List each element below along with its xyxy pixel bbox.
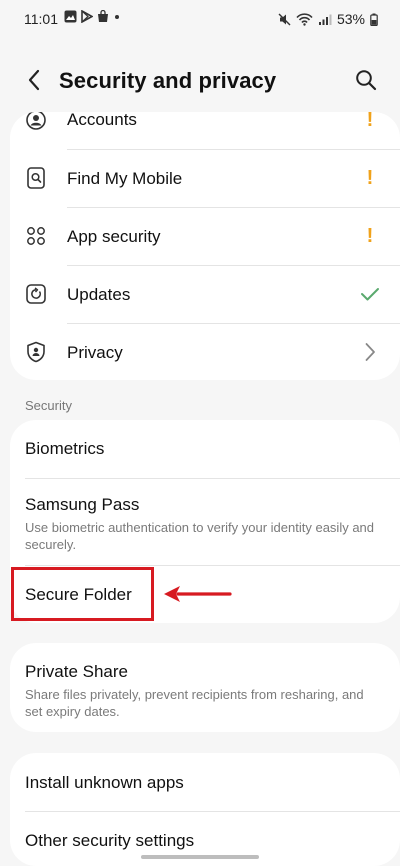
list-item-label: Install unknown apps xyxy=(25,773,184,792)
signal-icon xyxy=(318,14,332,25)
list-item-label: Accounts xyxy=(67,112,137,129)
list-item-label: Privacy xyxy=(67,343,123,362)
list-item-private-share[interactable]: Private Share Share files privately, pre… xyxy=(10,643,400,732)
shield-icon xyxy=(24,340,48,364)
battery-icon xyxy=(370,13,378,26)
warning-icon: ! xyxy=(366,166,374,189)
check-icon xyxy=(360,282,380,306)
list-item-app-security[interactable]: App security ! xyxy=(10,208,400,265)
section-header-security: Security xyxy=(25,398,72,413)
private-share-card: Private Share Share files privately, pre… xyxy=(10,643,400,732)
play-store-icon xyxy=(81,10,93,23)
update-icon xyxy=(24,282,48,306)
list-item-description: Use biometric authentication to verify y… xyxy=(25,520,375,552)
list-item-find-my-mobile[interactable]: Find My Mobile ! xyxy=(10,150,400,207)
bottom-settings-card: Install unknown apps Other security sett… xyxy=(10,753,400,866)
warning-icon: ! xyxy=(366,112,374,131)
list-item-samsung-pass[interactable]: Samsung Pass Use biometric authenticatio… xyxy=(10,479,400,565)
highlight-box xyxy=(11,567,154,621)
battery-percent: 53% xyxy=(336,11,365,27)
list-item-label: App security xyxy=(67,227,161,246)
status-time: 11:01 xyxy=(24,11,58,27)
list-item-accounts[interactable]: Accounts ! xyxy=(10,112,400,148)
back-arrow-icon xyxy=(28,69,40,91)
status-bar: 11:01 53% xyxy=(0,0,400,38)
status-right: 53% xyxy=(278,11,378,27)
page-title: Security and privacy xyxy=(59,68,277,93)
list-item-description: Share files privately, prevent recipient… xyxy=(25,687,364,719)
list-item-label: Updates xyxy=(67,285,131,304)
app-bar: Security and privacy xyxy=(0,52,400,108)
list-item-label: Private Share xyxy=(25,662,128,681)
list-item-label: Biometrics xyxy=(25,439,105,458)
list-item-privacy[interactable]: Privacy xyxy=(10,324,400,380)
list-item-install-unknown-apps[interactable]: Install unknown apps xyxy=(10,753,400,811)
home-indicator[interactable] xyxy=(141,855,259,859)
list-item-label: Other security settings xyxy=(25,831,195,850)
annotation-arrow-icon xyxy=(164,586,232,602)
shopping-bag-icon xyxy=(98,10,108,22)
find-device-icon xyxy=(24,166,48,190)
list-item-biometrics[interactable]: Biometrics xyxy=(10,420,400,478)
back-button[interactable] xyxy=(20,66,48,94)
list-item-label: Find My Mobile xyxy=(67,169,183,188)
list-item-updates[interactable]: Updates xyxy=(10,266,400,323)
wifi-icon xyxy=(296,12,313,26)
search-icon xyxy=(356,70,377,91)
gallery-icon xyxy=(64,10,77,23)
dot-icon xyxy=(115,15,119,19)
warning-icon: ! xyxy=(366,224,374,247)
search-button[interactable] xyxy=(352,66,380,94)
chevron-right-icon xyxy=(360,340,380,364)
status-left-icons xyxy=(64,10,121,23)
app-grid-icon xyxy=(24,224,48,248)
mute-icon xyxy=(278,13,291,25)
top-settings-card: Accounts ! Find My Mobile ! App security… xyxy=(10,112,400,380)
list-item-label: Samsung Pass xyxy=(25,495,140,514)
account-icon xyxy=(24,112,48,132)
